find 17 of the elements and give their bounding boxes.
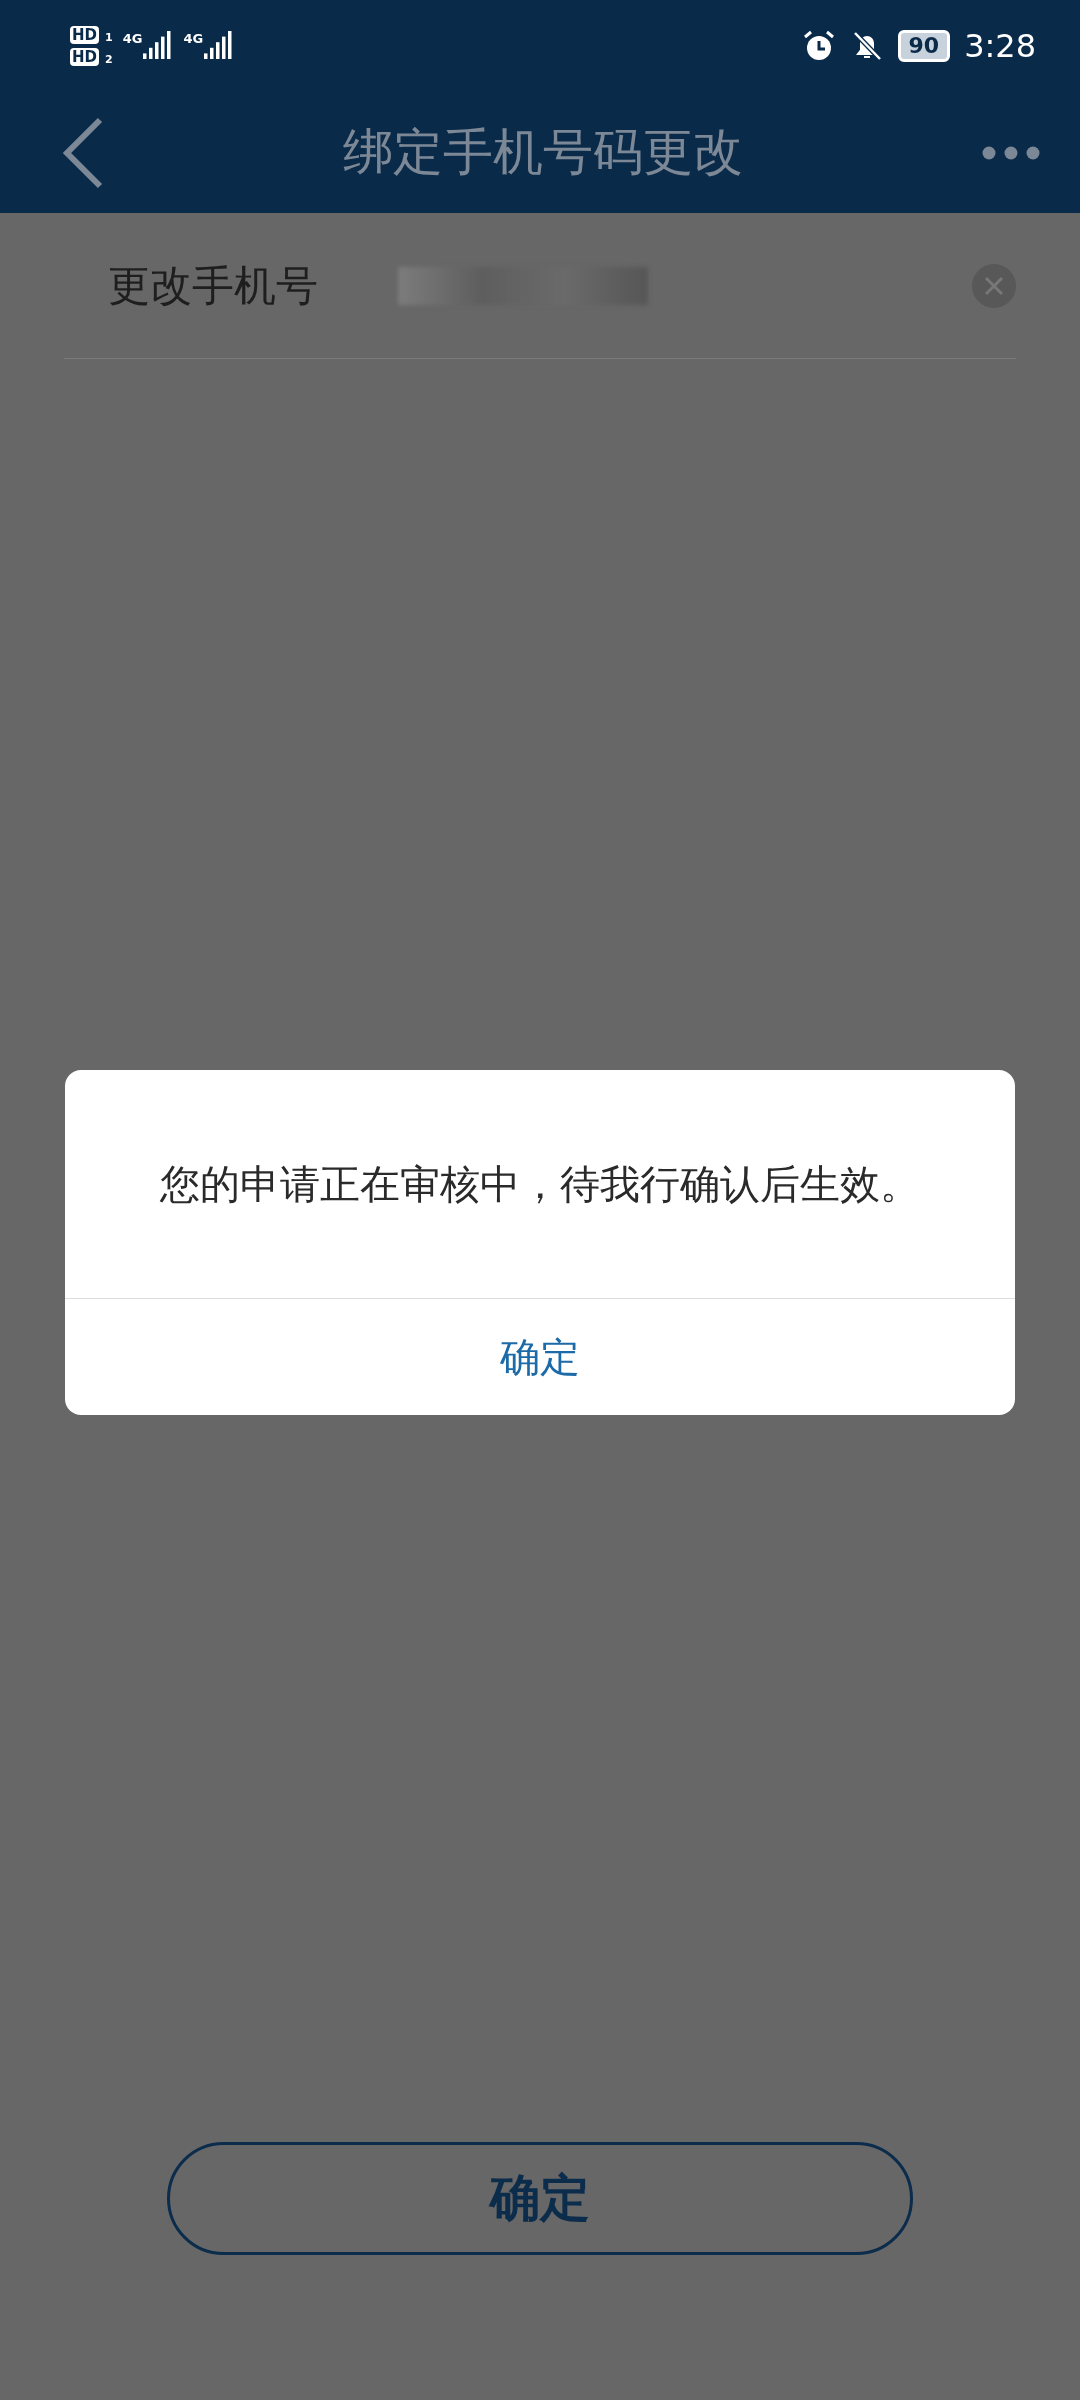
hd-badge: HD bbox=[70, 48, 99, 66]
back-icon[interactable] bbox=[62, 116, 104, 189]
network-type: 4G bbox=[122, 31, 143, 46]
battery-level: 90 bbox=[897, 30, 951, 62]
hd-badge: HD bbox=[70, 26, 99, 44]
dialog-message: 您的申请正在审核中，待我行确认后生效。 bbox=[160, 1159, 920, 1209]
field-label: 更改手机号 bbox=[108, 259, 319, 312]
signal-icon bbox=[143, 31, 174, 61]
signal-icon bbox=[204, 31, 235, 61]
network-type: 4G bbox=[183, 31, 204, 46]
page-title: 绑定手机号码更改 bbox=[342, 122, 744, 183]
sim-slot: 2 bbox=[105, 53, 113, 66]
more-icon[interactable] bbox=[982, 145, 1040, 160]
alarm-clock-icon bbox=[801, 29, 836, 63]
clock-time: 3:28 bbox=[964, 27, 1036, 65]
sim-slot: 1 bbox=[105, 31, 113, 44]
confirm-button[interactable]: 确定 bbox=[65, 1299, 1015, 1415]
